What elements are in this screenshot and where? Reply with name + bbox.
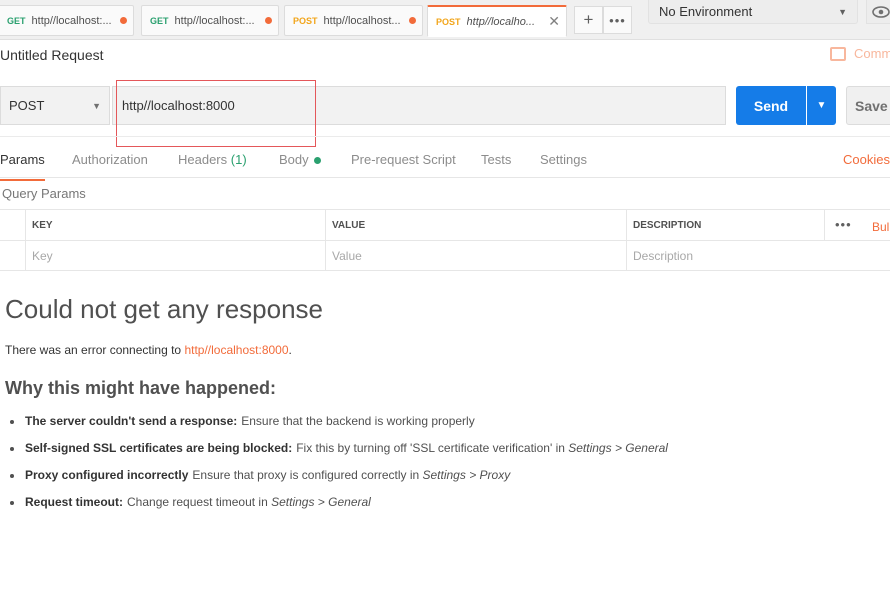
request-tab-active[interactable]: POST http//localho... ✕ xyxy=(427,5,567,37)
unsaved-dot-icon xyxy=(120,17,127,24)
cookies-link[interactable]: Cookies xyxy=(843,152,890,167)
list-item: Proxy configured incorrectly Ensure that … xyxy=(10,468,668,495)
error-url-link[interactable]: http//localhost:8000 xyxy=(184,343,288,357)
request-tab-2[interactable]: GET http//localhost:... xyxy=(141,5,279,36)
send-button[interactable]: Send xyxy=(736,86,806,125)
tab-bar: GET http//localhost:... GET http//localh… xyxy=(0,0,890,40)
save-button[interactable]: Save xyxy=(846,86,890,125)
tab-headers[interactable]: Headers (1) xyxy=(178,152,247,167)
param-key-input[interactable]: Key xyxy=(25,241,325,270)
response-error-title: Could not get any response xyxy=(5,294,323,324)
response-error-message: There was an error connecting to http//l… xyxy=(5,343,292,357)
eye-icon xyxy=(872,5,890,18)
tab-tests[interactable]: Tests xyxy=(481,152,511,167)
tab-url: http//localho... xyxy=(466,15,536,28)
column-key: KEY xyxy=(25,210,325,240)
unsaved-dot-icon xyxy=(409,17,416,24)
param-description-input[interactable]: Description xyxy=(626,241,890,270)
reason-text: Ensure that the backend is working prope… xyxy=(241,414,475,428)
tab-method: POST xyxy=(293,15,318,26)
tab-url: http//localhost:... xyxy=(31,14,112,27)
list-item: The server couldn't send a response: Ensu… xyxy=(10,414,668,441)
new-tab-button[interactable]: + xyxy=(574,6,603,34)
tab-headers-label: Headers xyxy=(178,152,228,167)
chevron-down-icon: ▼ xyxy=(816,100,827,111)
comment-icon xyxy=(830,46,846,61)
tab-body-label: Body xyxy=(279,152,309,167)
close-tab-icon[interactable]: ✕ xyxy=(548,13,560,30)
headers-count: (1) xyxy=(230,152,247,167)
chevron-down-icon: ▼ xyxy=(838,6,847,17)
reason-text: Fix this by turning off 'SSL certificate… xyxy=(296,441,569,455)
reason-label: Request timeout: xyxy=(25,495,124,509)
body-indicator-dot-icon xyxy=(313,157,321,165)
query-params-table: KEY VALUE DESCRIPTION ••• Bul Key Value … xyxy=(0,209,890,271)
tab-authorization[interactable]: Authorization xyxy=(72,152,148,167)
method-select[interactable]: POST ▼ xyxy=(0,86,110,125)
more-dots-icon: ••• xyxy=(609,12,626,28)
tab-pre-request-script[interactable]: Pre-request Script xyxy=(351,152,456,167)
more-tabs-button[interactable]: ••• xyxy=(603,6,632,34)
send-options-button[interactable]: ▼ xyxy=(807,86,836,125)
table-row: Key Value Description xyxy=(0,240,890,271)
why-heading: Why this might have happened: xyxy=(5,378,277,398)
plus-icon: + xyxy=(583,10,594,29)
reason-label: Proxy configured incorrectly xyxy=(25,468,189,482)
reason-text: Change request timeout in xyxy=(127,495,272,509)
error-prefix: There was an error connecting to xyxy=(5,343,185,357)
bulk-edit-link[interactable]: Bul xyxy=(872,220,889,234)
column-description: DESCRIPTION xyxy=(626,210,824,240)
tab-url: http//localhost... xyxy=(323,14,401,27)
tab-method: GET xyxy=(150,15,169,26)
query-params-title: Query Params xyxy=(2,186,86,201)
tab-params[interactable]: Params xyxy=(0,152,45,181)
environment-value: No Environment xyxy=(659,4,753,19)
comments-button[interactable]: Comm xyxy=(830,46,890,61)
url-input[interactable] xyxy=(112,86,726,125)
request-title[interactable]: Untitled Request xyxy=(0,47,104,63)
reason-path: Settings > General xyxy=(568,441,668,455)
tab-settings[interactable]: Settings xyxy=(540,152,587,167)
list-item: Request timeout: Change request timeout i… xyxy=(10,495,668,522)
reason-label: Self-signed SSL certificates are being b… xyxy=(25,441,293,455)
method-value: POST xyxy=(9,98,45,113)
reason-label: The server couldn't send a response: xyxy=(25,414,238,428)
more-options-icon[interactable]: ••• xyxy=(835,217,852,232)
comments-label: Comm xyxy=(854,46,890,61)
tab-method: POST xyxy=(436,16,461,27)
list-item: Self-signed SSL certificates are being b… xyxy=(10,441,668,468)
tab-body[interactable]: Body xyxy=(279,152,321,167)
reasons-list: The server couldn't send a response: Ensu… xyxy=(10,414,668,522)
environment-select[interactable]: No Environment ▼ xyxy=(648,0,858,24)
error-suffix: . xyxy=(288,343,292,357)
reason-path: Settings > General xyxy=(271,495,371,509)
request-tab-3[interactable]: POST http//localhost... xyxy=(284,5,423,36)
reason-text: Ensure that proxy is configured correctl… xyxy=(192,468,423,482)
request-tabs: Params Authorization Headers (1) Body Pr… xyxy=(0,136,890,181)
tab-url: http//localhost:... xyxy=(174,14,255,27)
environment-quick-look-button[interactable] xyxy=(866,0,890,24)
tab-method: GET xyxy=(7,15,26,26)
table-header-row: KEY VALUE DESCRIPTION ••• Bul xyxy=(0,209,890,240)
column-value: VALUE xyxy=(325,210,626,240)
chevron-down-icon: ▼ xyxy=(92,100,101,111)
reason-path: Settings > Proxy xyxy=(422,468,511,482)
param-value-input[interactable]: Value xyxy=(325,241,626,270)
unsaved-dot-icon xyxy=(265,17,272,24)
request-tab-1[interactable]: GET http//localhost:... xyxy=(0,5,134,36)
